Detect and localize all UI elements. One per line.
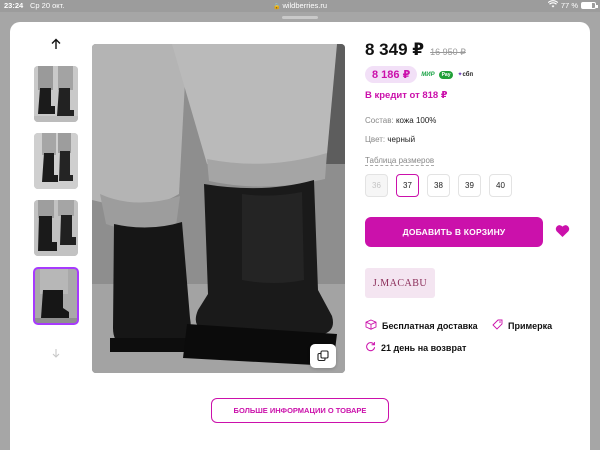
feature-returns-label: 21 день на возврат <box>381 342 467 353</box>
mir-logo: МИР <box>421 71 435 78</box>
sbp-logo: ✦сбп <box>457 72 474 78</box>
wifi-icon <box>547 0 559 10</box>
address-bar[interactable]: 🔒 wildberries.ru <box>0 1 600 10</box>
size-table-link[interactable]: Таблица размеров <box>365 156 435 166</box>
composition: Состав: кожа 100% <box>365 116 436 125</box>
battery-percent: 77 % <box>560 0 578 10</box>
return-icon <box>365 341 376 354</box>
size-option[interactable]: 40 <box>489 174 512 197</box>
wallet-price[interactable]: 8 186 ₽ <box>365 66 418 83</box>
feature-delivery[interactable]: Бесплатная доставка <box>365 319 478 332</box>
thumbnail-1[interactable] <box>34 66 78 122</box>
box-icon <box>365 319 377 332</box>
size-option[interactable]: 36 <box>365 174 388 197</box>
copy-icon[interactable] <box>310 344 336 368</box>
color: Цвет: черный <box>365 135 415 144</box>
price-row: 8 349 ₽ 16 950 ₽ <box>365 40 466 60</box>
product-main-image[interactable] <box>92 44 345 373</box>
composition-label: Состав: <box>365 116 394 125</box>
arrow-up-icon[interactable] <box>50 37 62 53</box>
heart-icon[interactable] <box>555 224 570 243</box>
thumbnail-2[interactable] <box>34 133 78 189</box>
thumbnail-4[interactable] <box>33 267 79 325</box>
feature-fitting-label: Примерка <box>508 320 553 331</box>
sbp-label: сбп <box>462 72 474 78</box>
size-selector: 36 37 38 39 40 <box>365 174 512 197</box>
color-value: черный <box>387 135 416 144</box>
product-sheet: 8 349 ₽ 16 950 ₽ 8 186 ₽ МИР Pay ✦сбп В … <box>10 22 590 450</box>
tag-icon <box>492 319 503 332</box>
brand-logo[interactable]: J.MACABU <box>365 268 435 298</box>
add-to-cart-button[interactable]: ДОБАВИТЬ В КОРЗИНУ <box>365 217 543 247</box>
arrow-down-icon[interactable] <box>51 348 61 361</box>
sberpay-logo: Pay <box>438 70 454 79</box>
current-price: 8 349 ₽ <box>365 40 425 59</box>
composition-value: кожа 100% <box>395 116 437 125</box>
sheet-grabber[interactable] <box>0 12 600 22</box>
more-info-button[interactable]: БОЛЬШЕ ИНФОРМАЦИИ О ТОВАРЕ <box>211 398 389 423</box>
size-option[interactable]: 38 <box>427 174 450 197</box>
feature-delivery-label: Бесплатная доставка <box>382 320 478 331</box>
old-price: 16 950 ₽ <box>430 47 466 57</box>
lock-icon: 🔒 <box>272 4 281 10</box>
thumbnail-3[interactable] <box>34 200 78 256</box>
color-label: Цвет: <box>365 135 386 144</box>
status-bar: 23:24 Ср 20 окт. 🔒 wildberries.ru 77 % <box>0 0 600 12</box>
size-option[interactable]: 37 <box>396 174 419 197</box>
wallet-row: 8 186 ₽ МИР Pay ✦сбп <box>365 66 473 83</box>
battery-icon <box>581 1 598 9</box>
size-option[interactable]: 39 <box>458 174 481 197</box>
feature-returns[interactable]: 21 день на возврат <box>365 341 466 354</box>
feature-fitting[interactable]: Примерка <box>492 319 552 332</box>
credit-link[interactable]: В кредит от 818 ₽ <box>365 90 447 101</box>
url-text: wildberries.ru <box>282 1 328 10</box>
status-right: 77 % <box>547 0 598 10</box>
